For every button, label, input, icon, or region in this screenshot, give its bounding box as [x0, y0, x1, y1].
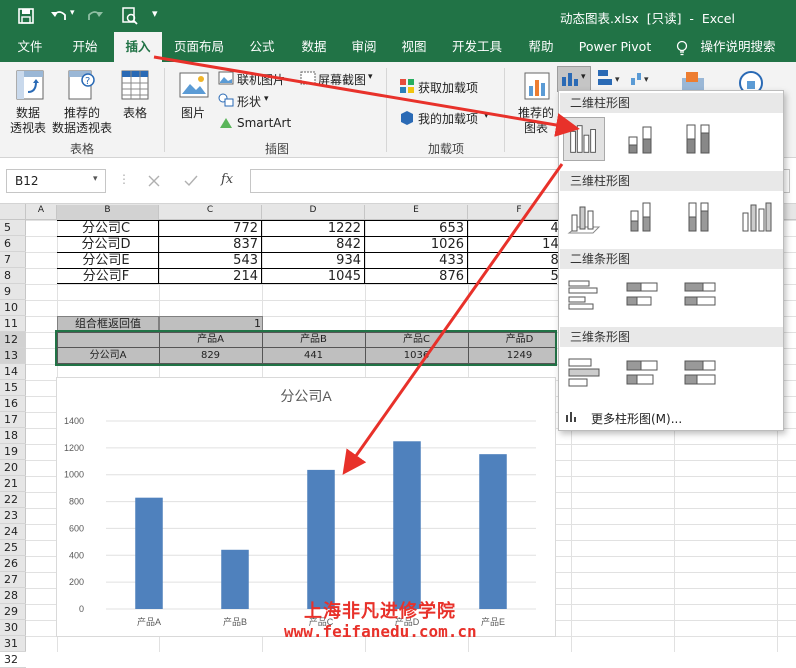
watermark-line1: 上海非凡进修学院	[304, 601, 456, 622]
annotation-arrows	[153, 55, 580, 475]
arrow-gallery-to-chart	[342, 163, 564, 475]
watermark-line2: www.feifanedu.com.cn	[284, 622, 477, 641]
row-header[interactable]: 32	[0, 652, 26, 668]
arrow-insert-to-gallery	[153, 55, 580, 137]
